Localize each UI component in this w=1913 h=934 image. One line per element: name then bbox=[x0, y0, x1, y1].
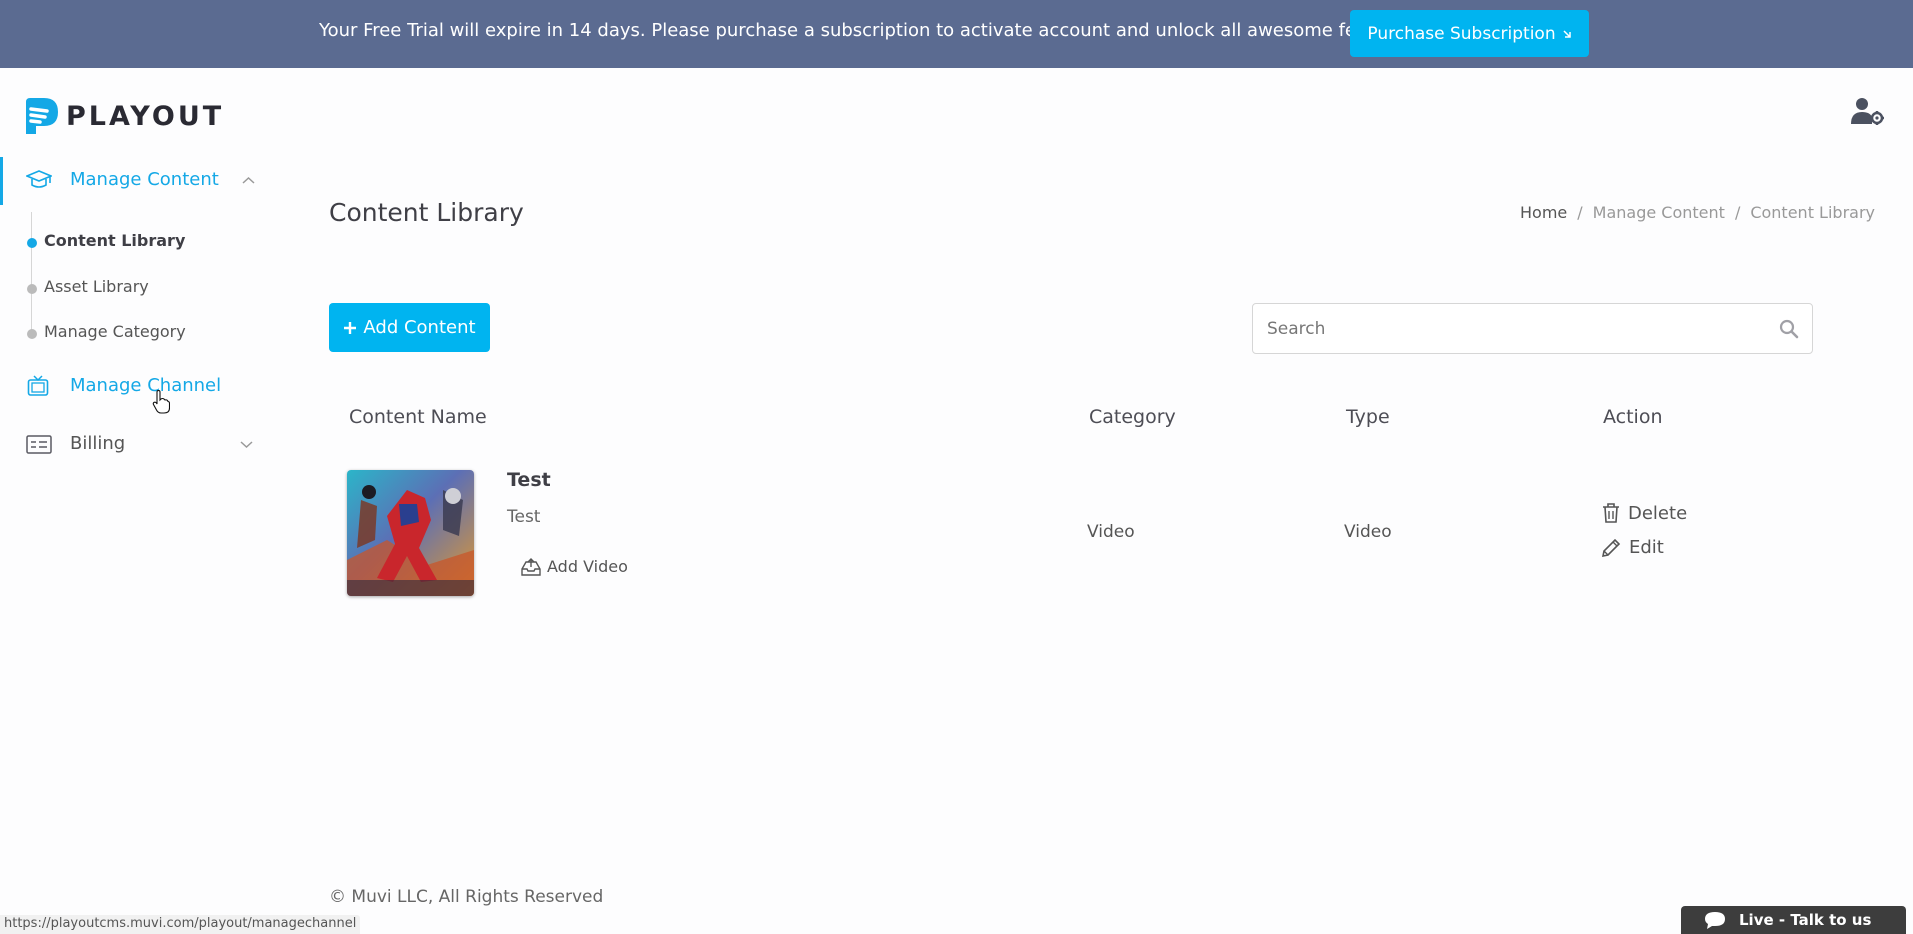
breadcrumb-separator: / bbox=[1734, 203, 1741, 222]
search-icon[interactable] bbox=[1779, 319, 1799, 339]
trial-banner: Your Free Trial will expire in 14 days. … bbox=[0, 0, 1913, 68]
page-title: Content Library bbox=[329, 198, 524, 227]
breadcrumb-home[interactable]: Home bbox=[1520, 203, 1567, 222]
brand-name: PLAYOUT bbox=[66, 100, 225, 132]
chevron-down-icon[interactable] bbox=[240, 440, 253, 449]
subnav-dot-active bbox=[27, 238, 37, 248]
nav-manage-content-label: Manage Content bbox=[70, 169, 219, 190]
sidebar-item-asset-library[interactable]: Asset Library bbox=[44, 277, 149, 296]
external-link-icon bbox=[1563, 29, 1571, 38]
trial-message: Your Free Trial will expire in 14 days. … bbox=[319, 20, 1419, 41]
add-content-label: Add Content bbox=[363, 317, 476, 338]
live-chat-widget[interactable]: Live - Talk to us bbox=[1681, 906, 1906, 934]
user-settings-icon[interactable] bbox=[1850, 96, 1884, 126]
breadcrumb-manage-content[interactable]: Manage Content bbox=[1593, 203, 1725, 222]
breadcrumb-separator: / bbox=[1577, 203, 1583, 222]
content-title[interactable]: Test bbox=[507, 469, 551, 491]
subnav-line bbox=[31, 212, 32, 332]
content-thumbnail-art bbox=[347, 470, 474, 596]
delete-button[interactable]: Delete bbox=[1602, 502, 1687, 524]
column-header-action: Action bbox=[1603, 406, 1663, 428]
chat-bubble-icon bbox=[1705, 912, 1725, 929]
sidebar-item-content-library[interactable]: Content Library bbox=[44, 231, 185, 250]
nav-manage-content[interactable]: Manage Content bbox=[70, 169, 219, 190]
nav-active-indicator bbox=[0, 157, 3, 205]
purchase-subscription-label: Purchase Subscription bbox=[1367, 23, 1556, 44]
upload-icon bbox=[521, 557, 541, 576]
column-header-category: Category bbox=[1089, 406, 1176, 428]
add-video-link[interactable]: Add Video bbox=[521, 557, 628, 576]
content-type: Video bbox=[1344, 522, 1392, 542]
column-header-content-name: Content Name bbox=[349, 406, 487, 428]
graduation-cap-icon bbox=[26, 170, 52, 188]
add-video-label: Add Video bbox=[547, 557, 628, 576]
edit-button[interactable]: Edit bbox=[1601, 537, 1664, 558]
chevron-up-icon[interactable] bbox=[242, 176, 255, 185]
content-description: Test bbox=[507, 507, 541, 527]
subnav-dot bbox=[27, 329, 37, 339]
subnav-dot bbox=[27, 284, 37, 294]
tv-icon bbox=[27, 375, 49, 396]
breadcrumb: Home / Manage Content / Content Library bbox=[1520, 203, 1875, 222]
trash-icon bbox=[1603, 503, 1619, 523]
plus-icon bbox=[344, 321, 357, 334]
nav-manage-channel[interactable]: Manage Channel bbox=[70, 375, 221, 396]
search-box bbox=[1252, 303, 1813, 354]
purchase-subscription-button[interactable]: Purchase Subscription bbox=[1350, 10, 1589, 57]
nav-manage-channel-label: Manage Channel bbox=[70, 375, 222, 396]
live-chat-label: Live - Talk to us bbox=[1739, 911, 1872, 929]
playout-logo-icon bbox=[26, 98, 58, 134]
breadcrumb-current: Content Library bbox=[1750, 203, 1875, 222]
footer-copyright: © Muvi LLC, All Rights Reserved bbox=[329, 887, 604, 907]
add-content-button[interactable]: Add Content bbox=[329, 303, 490, 352]
content-category: Video bbox=[1087, 522, 1135, 542]
delete-label: Delete bbox=[1628, 502, 1688, 524]
billing-card-icon bbox=[26, 435, 52, 454]
pencil-icon bbox=[1601, 538, 1621, 557]
nav-billing[interactable]: Billing bbox=[70, 433, 125, 454]
status-bar-url: https://playoutcms.muvi.com/playout/mana… bbox=[0, 915, 361, 934]
edit-label: Edit bbox=[1629, 537, 1664, 558]
brand-logo[interactable]: PLAYOUT bbox=[22, 96, 224, 136]
content-thumbnail[interactable] bbox=[347, 470, 474, 596]
sidebar-item-manage-category[interactable]: Manage Category bbox=[44, 322, 186, 341]
column-header-type: Type bbox=[1346, 406, 1390, 428]
nav-billing-label: Billing bbox=[70, 433, 126, 454]
search-input[interactable] bbox=[1253, 304, 1773, 353]
hand-cursor-icon bbox=[152, 390, 170, 414]
